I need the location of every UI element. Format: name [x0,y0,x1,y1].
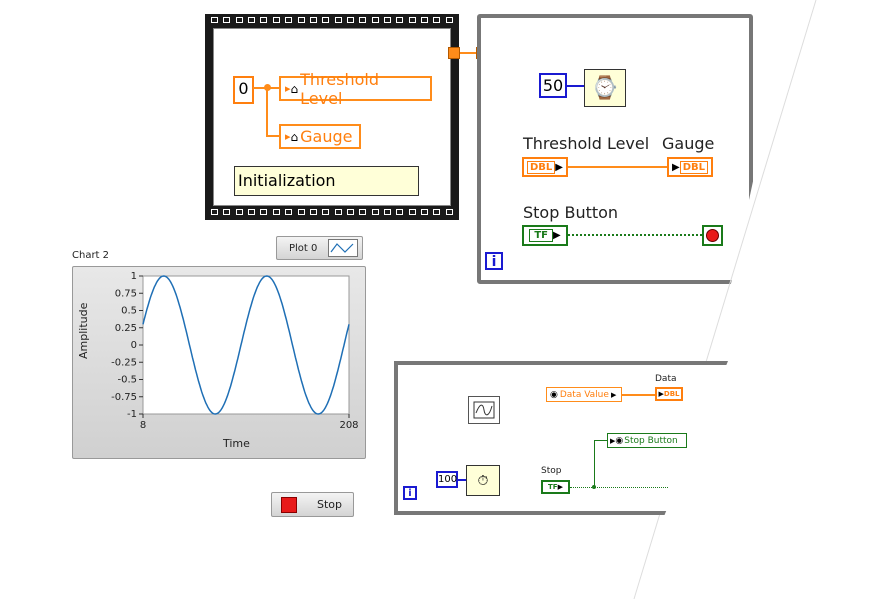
y-tick-label: -0.25 [111,357,137,368]
tf-text: TF [548,483,558,491]
plot-legend-label: Plot 0 [289,242,318,254]
wire-stop-local-vertical [594,440,595,488]
house-icon: ⌂ [290,129,299,144]
data-indicator-terminal[interactable]: ▶ DBL [655,387,683,401]
y-tick-label: -0.5 [117,375,137,386]
data-value-label: Data Value [559,389,609,400]
plot-legend[interactable]: Plot 0 [276,236,363,260]
stop-terminal-label: Stop [541,466,562,476]
wait-ms-constant[interactable]: 50 [539,73,567,98]
wire-wait-constant [567,85,585,87]
y-tick-label: 0.25 [115,323,137,334]
y-tick-label: 0.5 [121,306,137,317]
arrow-right-icon: ▶ [610,390,617,399]
arrow-right-icon: ▶ [555,161,563,173]
chart-plot-svg: 1 0.75 0.5 0.25 0 -0.25 -0.5 -0.75 -1 8 208 [111,271,358,431]
y-tick-label: 1 [131,271,137,282]
initialization-comment: Initialization [234,166,419,196]
arrow-right-icon: ▶ [552,230,561,241]
waveform-chart[interactable]: 1 0.75 0.5 0.25 0 -0.25 -0.5 -0.75 -1 8 208 Time … [72,266,366,459]
local-variable-data-value[interactable]: ◉ Data Value ▶ [546,387,622,402]
house-icon: ⌂ [290,81,299,96]
local-variable-gauge[interactable]: ▸ ⌂ Gauge [279,124,361,149]
film-holes-top [211,17,453,25]
globe-icon: ◉ [550,389,558,400]
dbl-text: DBL [527,160,556,174]
chart-label: Chart 2 [72,250,110,261]
stop-button[interactable]: Stop [271,492,354,517]
local-variable-stop-button[interactable]: ▶ ◉ Stop Button [607,433,687,448]
local-gauge-label: Gauge [300,127,353,146]
plot-legend-line-icon [328,239,358,257]
local-threshold-label: Threshold Level [300,69,380,108]
y-tick-label: -0.75 [111,392,137,403]
wire-junction-dot-green [592,485,596,489]
plot-area [142,275,350,415]
y-tick-label: 0.75 [115,288,137,299]
stop-local-label: Stop Button [624,435,678,446]
globe-icon: ◉ [615,435,624,446]
wait-metronome-icon[interactable]: ⏱ [466,465,500,496]
threshold-control-terminal[interactable]: DBL ▶ [522,157,568,177]
tf-text: TF [529,229,553,242]
wire-const-gauge [266,135,280,137]
wire-vertical-branch [266,88,268,136]
x-tick-label: 8 [140,420,146,431]
iteration-terminal-2: i [403,486,417,500]
stop-button-terminal[interactable]: TF ▶ [522,225,568,246]
wire-data-value [622,394,656,396]
stop-button-control-label: Stop Button [523,203,619,222]
arrow-right-icon: ▶ [557,483,563,491]
iteration-terminal: i [485,252,503,270]
sine-generator-icon[interactable] [468,396,500,424]
y-tick-label: 0 [131,340,137,351]
sequence-tunnel-out [448,47,460,59]
numeric-constant-zero[interactable]: 0 [233,76,254,104]
data-indicator-label: Data [655,374,677,384]
x-axis-label: Time [223,437,250,450]
wire-stop-local-horizontal [594,440,608,441]
stop-terminal[interactable]: TF ▶ [541,480,570,494]
stop-button-label: Stop [317,498,343,511]
film-holes-bottom [211,209,453,217]
stop-square-icon [281,496,297,513]
dbl-text: DBL [663,390,680,398]
wire-stop-terminal [570,487,668,488]
local-variable-threshold[interactable]: ▸ ⌂ Threshold Level [279,70,432,108]
wait-ms-constant-100[interactable]: 100 [436,471,458,488]
x-tick-label: 208 [339,420,358,431]
y-tick-label: -1 [127,409,137,420]
y-axis-label: Amplitude [77,302,90,359]
